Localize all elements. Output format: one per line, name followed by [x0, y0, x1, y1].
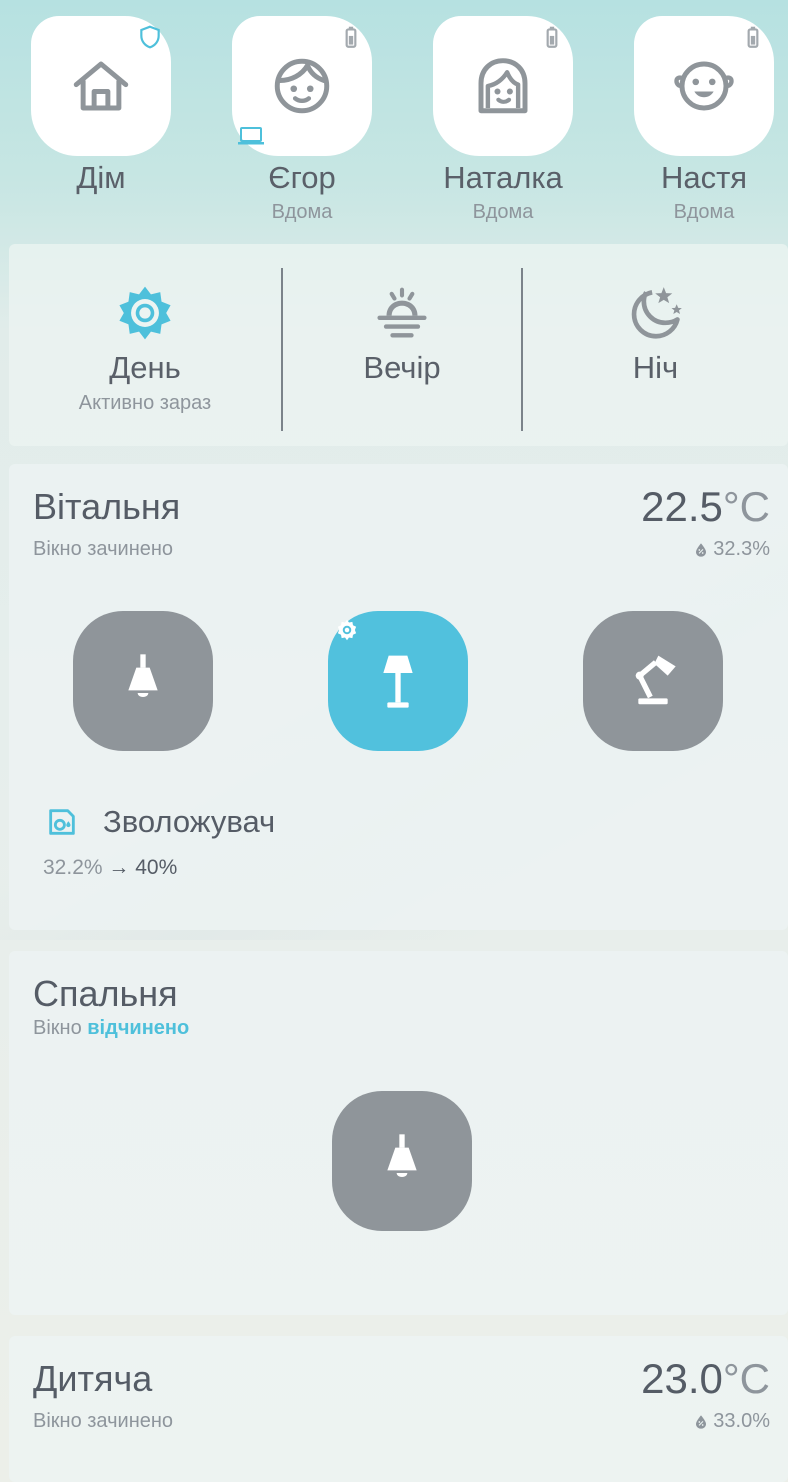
room-title: Спальня	[33, 973, 178, 1014]
temperature-value: 23.0	[641, 1355, 723, 1402]
humidifier-icon	[49, 809, 75, 835]
shield-icon	[140, 25, 160, 49]
person-tile[interactable]	[433, 16, 573, 156]
light-ceiling-lamp[interactable]	[73, 611, 213, 751]
home-icon	[73, 61, 129, 111]
person-name: Єгор	[268, 160, 336, 195]
humidity-value: 33.0%	[713, 1410, 770, 1432]
people-row: Дім Єгор Вдома Наталка Вдома Настя Вдома	[0, 0, 788, 240]
person-status: Вдома	[472, 201, 534, 223]
humidifier-target: 40%	[135, 856, 178, 879]
humidifier-row[interactable]: Зволожувач	[45, 804, 275, 840]
light-ceiling-lamp[interactable]	[332, 1091, 472, 1231]
person-name: Наталка	[443, 160, 563, 195]
light-desk-lamp[interactable]	[583, 611, 723, 751]
light-floor-lamp[interactable]	[328, 611, 468, 751]
scene-day[interactable]: День Активно зараз	[9, 244, 281, 446]
temperature-unit: °C	[722, 483, 770, 530]
person-tile[interactable]	[634, 16, 774, 156]
humidity-value: 32.3%	[713, 538, 770, 560]
boy-face-icon	[274, 58, 330, 114]
room-card-bedroom[interactable]: Спальня Вікно відчинено	[9, 951, 788, 1315]
scene-label: Ніч	[632, 350, 679, 385]
window-status: Вікно відчинено	[33, 1017, 189, 1040]
person-natalka[interactable]: Наталка Вдома	[433, 16, 573, 224]
window-status: Вікно зачинено	[33, 1410, 174, 1432]
person-tile[interactable]	[31, 16, 171, 156]
sunset-icon	[377, 287, 427, 338]
floor-lamp-icon	[383, 655, 413, 708]
battery-icon	[747, 26, 759, 48]
arrow-right-icon: →	[108, 856, 130, 879]
humidifier-name: Зволожувач	[103, 804, 276, 839]
person-egor[interactable]: Єгор Вдома	[232, 16, 372, 224]
droplet-icon	[696, 1414, 707, 1429]
person-home[interactable]: Дім	[31, 16, 171, 200]
humidifier-values: 32.2% → 40%	[43, 856, 177, 880]
person-status: Вдома	[271, 201, 333, 223]
humidifier-current: 32.2%	[43, 856, 103, 879]
temperature-unit: °C	[722, 1355, 770, 1402]
room-card-kids-room[interactable]: Дитяча Вікно зачинено 23.0°C 33.0%	[9, 1336, 788, 1482]
ceiling-lamp-icon	[128, 654, 158, 697]
scenes-panel: День Активно зараз Вечір Ніч	[9, 244, 788, 446]
temperature-value: 22.5	[641, 483, 723, 530]
room-title: Дитяча	[33, 1358, 153, 1399]
person-name: Настя	[660, 160, 748, 195]
person-status: Вдома	[673, 201, 735, 223]
person-name: Дім	[76, 160, 126, 195]
person-tile[interactable]	[232, 16, 372, 156]
room-card-living-room[interactable]: Вітальня Вікно зачинено 22.5°C 32.3% Зво…	[9, 464, 788, 930]
baby-face-icon	[674, 61, 734, 111]
scene-status: Активно зараз	[78, 392, 212, 414]
droplet-icon	[696, 542, 707, 557]
humidity-readout: 33.0%	[693, 1410, 770, 1433]
window-status: Вікно зачинено	[33, 538, 174, 560]
battery-icon	[546, 26, 558, 48]
scene-label: День	[109, 350, 181, 385]
desk-lamp-icon	[635, 655, 676, 705]
moon-stars-icon	[631, 287, 682, 339]
temperature-readout: 23.0°C	[641, 1356, 770, 1402]
scene-night[interactable]: Ніч	[523, 244, 788, 446]
battery-icon	[345, 26, 357, 48]
ceiling-lamp-icon	[387, 1134, 417, 1177]
person-nastia[interactable]: Настя Вдома	[634, 16, 774, 224]
humidity-readout: 32.3%	[693, 538, 770, 561]
woman-face-icon	[478, 58, 528, 114]
scene-evening[interactable]: Вечір	[283, 244, 521, 446]
laptop-icon	[238, 127, 264, 145]
window-state: відчинено	[87, 1017, 190, 1039]
gear-icon	[337, 619, 357, 641]
room-title: Вітальня	[33, 486, 181, 527]
temperature-readout: 22.5°C	[641, 484, 770, 530]
sun-icon	[119, 286, 171, 340]
window-label: Вікно	[33, 1017, 82, 1039]
scene-label: Вечір	[363, 350, 441, 385]
